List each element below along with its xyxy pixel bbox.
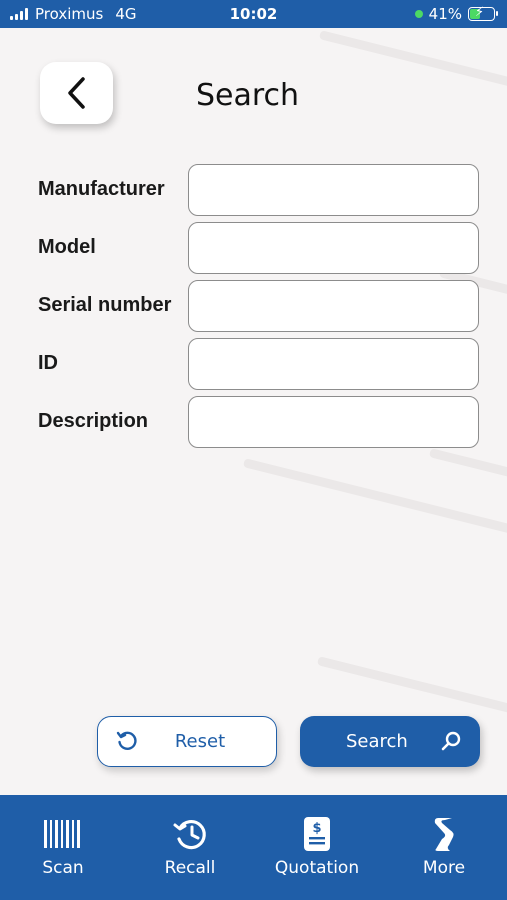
nav-item-recall[interactable]: Recall <box>127 795 253 900</box>
manufacturer-label: Manufacturer <box>38 178 165 200</box>
svg-text:$: $ <box>312 821 321 836</box>
reset-button[interactable]: Reset <box>97 716 277 767</box>
manufacturer-input[interactable] <box>188 164 479 216</box>
reset-button-label: Reset <box>174 731 226 752</box>
nav-label-more: More <box>422 858 466 878</box>
privacy-dot-icon <box>414 10 423 18</box>
status-right: 41% ⚡ <box>414 5 498 23</box>
search-button-label: Search <box>346 731 408 752</box>
bottom-nav: Scan Recall $ Quotation More <box>0 795 507 900</box>
battery-icon: ⚡ <box>468 5 498 21</box>
barcode-icon <box>44 820 80 848</box>
form-row-description: Description <box>0 396 507 448</box>
nav-label-recall: Recall <box>164 858 216 878</box>
id-input[interactable] <box>188 338 479 390</box>
model-label: Model <box>38 236 96 258</box>
nav-item-scan[interactable]: Scan <box>0 795 126 900</box>
search-icon <box>441 731 461 751</box>
id-label: ID <box>38 352 58 374</box>
chevron-left-icon <box>67 77 85 109</box>
background-decoration <box>428 448 507 479</box>
more-icon <box>434 818 454 851</box>
model-input[interactable] <box>188 222 479 274</box>
description-label: Description <box>38 410 149 432</box>
battery-percent: 41% <box>428 5 462 23</box>
status-bar: Proximus 4G 10:02 41% ⚡ <box>0 0 507 28</box>
nav-item-quotation[interactable]: $ Quotation <box>254 795 380 900</box>
form-row-id: ID <box>0 338 507 390</box>
description-input[interactable] <box>188 396 479 448</box>
charging-bolt-icon: ⚡ <box>475 5 485 20</box>
history-icon <box>173 820 206 850</box>
background-decoration <box>316 656 507 716</box>
nav-item-more[interactable]: More <box>381 795 507 900</box>
background-decoration <box>242 458 507 538</box>
page-title: Search <box>196 78 300 113</box>
background-decoration <box>318 30 507 93</box>
back-button[interactable] <box>40 62 113 124</box>
nav-label-quotation: Quotation <box>274 858 360 878</box>
quotation-icon: $ <box>304 817 330 851</box>
form-row-serial-number: Serial number <box>0 280 507 332</box>
form-row-manufacturer: Manufacturer <box>0 164 507 216</box>
form-row-model: Model <box>0 222 507 274</box>
serial-number-input[interactable] <box>188 280 479 332</box>
nav-label-scan: Scan <box>42 858 84 878</box>
search-button[interactable]: Search <box>300 716 480 767</box>
serial-number-label: Serial number <box>38 294 172 316</box>
